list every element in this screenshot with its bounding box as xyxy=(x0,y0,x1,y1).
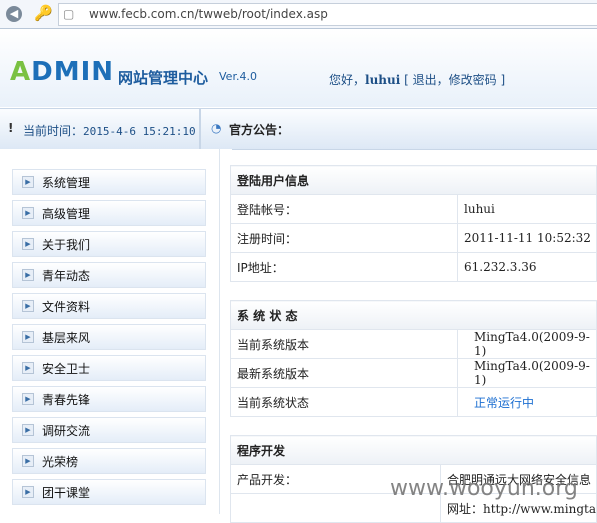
sidebar-item-research[interactable]: ▶ 调研交流 xyxy=(12,417,206,443)
sidebar-item-about[interactable]: ▶ 关于我们 xyxy=(12,231,206,257)
status-running: 正常运行中 xyxy=(457,387,597,417)
sidebar-item-classroom[interactable]: ▶ 团干课堂 xyxy=(12,479,206,505)
arrow-icon: ▶ xyxy=(22,176,34,188)
table-row: IP地址： 61.232.3.36 xyxy=(230,252,597,282)
key-icon: 🔑 xyxy=(34,4,53,22)
url-text: www.fecb.com.cn/twweb/root/index.asp xyxy=(89,7,328,21)
back-icon[interactable]: ◀ xyxy=(6,6,22,22)
system-status-table: 系 统 状 态 当前系统版本 MingTa4.0(2009-9-1) 最新系统版本… xyxy=(230,300,597,417)
table-row: 当前系统版本 MingTa4.0(2009-9-1) xyxy=(230,329,597,359)
divider xyxy=(199,109,201,149)
change-password-link[interactable]: 修改密码 xyxy=(449,73,497,87)
developer-title: 程序开发 xyxy=(230,435,597,465)
alert-icon: ! xyxy=(8,121,14,135)
arrow-icon: ▶ xyxy=(22,331,34,343)
arrow-icon: ▶ xyxy=(22,424,34,436)
arrow-icon: ▶ xyxy=(22,207,34,219)
url-field[interactable]: ▢ www.fecb.com.cn/twweb/root/index.asp xyxy=(58,3,597,26)
arrow-icon: ▶ xyxy=(22,238,34,250)
login-info-title: 登陆用户信息 xyxy=(230,165,597,195)
table-row: 注册时间： 2011-11-11 10:52:32 xyxy=(230,223,597,253)
sidebar-item-honor[interactable]: ▶ 光荣榜 xyxy=(12,448,206,474)
official-notice-label: 官方公告： xyxy=(229,123,290,137)
table-row: 登陆帐号： luhui xyxy=(230,194,597,224)
arrow-icon: ▶ xyxy=(22,300,34,312)
browser-address-bar: ◀ 🔑 ▢ www.fecb.com.cn/twweb/root/index.a… xyxy=(0,0,597,29)
site-title: 网站管理中心 xyxy=(118,69,209,87)
sidebar-item-safety[interactable]: ▶ 安全卫士 xyxy=(12,355,206,381)
sidebar-menu: ▶ 系统管理 ▶ 高级管理 ▶ 关于我们 ▶ 青年动态 ▶ 文件资料 ▶ 基层来风 ▶ 安全卫… xyxy=(0,149,219,514)
username: luhui xyxy=(365,73,401,87)
arrow-icon: ▶ xyxy=(22,486,34,498)
sidebar-item-advanced[interactable]: ▶ 高级管理 xyxy=(12,200,206,226)
page-icon: ▢ xyxy=(63,7,75,21)
logout-link[interactable]: 退出 xyxy=(413,73,437,87)
table-row: 当前系统状态 正常运行中 xyxy=(230,387,597,417)
sidebar-item-pioneers[interactable]: ▶ 青春先锋 xyxy=(12,386,206,412)
info-bar: ! 当前时间：2015-4-6 15:21:10 ◔ 官方公告： xyxy=(0,108,597,150)
arrow-icon: ▶ xyxy=(22,269,34,281)
arrow-icon: ▶ xyxy=(22,362,34,374)
sidebar-item-grassroots[interactable]: ▶ 基层来风 xyxy=(12,324,206,350)
admin-header: ADMIN 网站管理中心 Ver.4.0 您好，luhui [ 退出，修改密码 … xyxy=(0,29,597,107)
admin-logo: ADMIN xyxy=(10,57,115,87)
user-greeting: 您好，luhui [ 退出，修改密码 ] xyxy=(329,73,506,87)
system-status-title: 系 统 状 态 xyxy=(230,300,597,330)
table-row: 最新系统版本 MingTa4.0(2009-9-1) xyxy=(230,358,597,388)
sidebar-item-youth-news[interactable]: ▶ 青年动态 xyxy=(12,262,206,288)
version-label: Ver.4.0 xyxy=(219,70,257,83)
login-info-table: 登陆用户信息 登陆帐号： luhui 注册时间： 2011-11-11 10:52:… xyxy=(230,165,597,282)
watermark: www.wooyun.org xyxy=(390,476,578,501)
sidebar-item-system[interactable]: ▶ 系统管理 xyxy=(12,169,206,195)
sidebar-item-documents[interactable]: ▶ 文件资料 xyxy=(12,293,206,319)
speaker-icon: ◔ xyxy=(211,121,222,135)
arrow-icon: ▶ xyxy=(22,393,34,405)
arrow-icon: ▶ xyxy=(22,455,34,467)
current-time: 当前时间：2015-4-6 15:21:10 xyxy=(23,124,196,138)
